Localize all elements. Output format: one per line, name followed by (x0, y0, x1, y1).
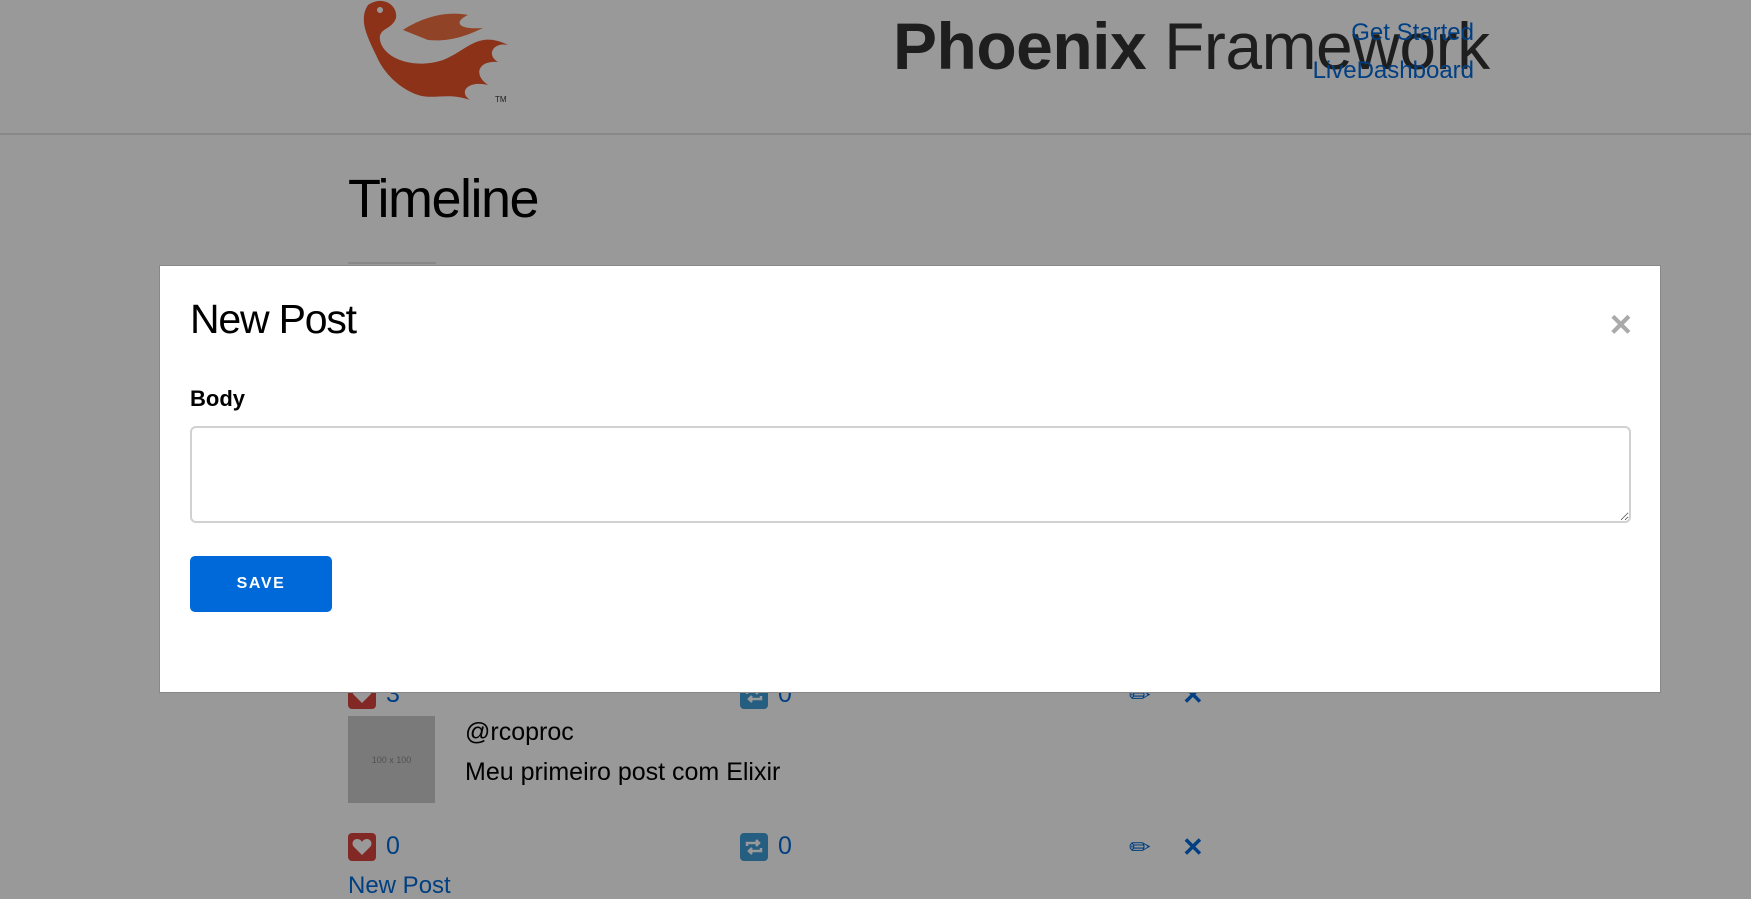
modal-title: New Post (190, 296, 357, 342)
body-label: Body (190, 386, 245, 411)
modal-overlay[interactable]: New Post × Body SAVE (0, 0, 1751, 899)
save-button[interactable]: SAVE (190, 556, 332, 612)
close-icon[interactable]: × (1610, 306, 1632, 344)
new-post-modal: New Post × Body SAVE (159, 265, 1661, 693)
body-textarea[interactable] (190, 426, 1631, 523)
